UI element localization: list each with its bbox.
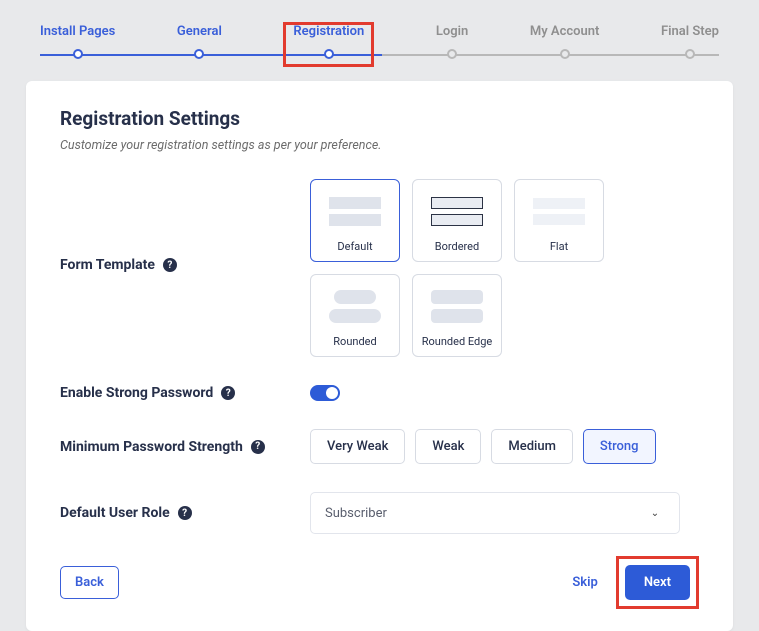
template-flat[interactable]: Flat	[514, 179, 604, 262]
strength-medium[interactable]: Medium	[491, 429, 573, 464]
template-default[interactable]: Default	[310, 179, 400, 262]
page-subtitle: Customize your registration settings as …	[60, 138, 699, 153]
template-rounded[interactable]: Rounded	[310, 274, 400, 357]
strength-weak[interactable]: Weak	[415, 429, 481, 464]
step-login[interactable]: Login	[436, 24, 468, 67]
form-template-label: Form Template ?	[60, 257, 310, 273]
back-button[interactable]: Back	[60, 566, 119, 599]
row-form-template: Form Template ? Default Bordered Flat Ro…	[60, 179, 699, 357]
step-general[interactable]: General	[177, 24, 222, 67]
step-dot-icon	[73, 49, 83, 59]
chevron-down-icon: ⌄	[645, 503, 665, 523]
user-role-value: Subscriber	[325, 506, 387, 521]
strong-password-toggle[interactable]	[310, 385, 340, 401]
user-role-select[interactable]: Subscriber ⌄	[310, 492, 680, 534]
next-button[interactable]: Next	[625, 565, 690, 600]
step-label: Login	[436, 24, 468, 39]
row-user-role: Default User Role ? Subscriber ⌄	[60, 492, 699, 534]
step-dot-icon	[560, 49, 570, 59]
min-strength-label: Minimum Password Strength ?	[60, 439, 310, 455]
step-label: Registration	[293, 24, 364, 39]
step-dot-icon	[685, 49, 695, 59]
template-options: Default Bordered Flat Rounded Rounded Ed…	[310, 179, 630, 357]
strength-strong[interactable]: Strong	[583, 429, 656, 464]
step-dot-icon	[194, 49, 204, 59]
step-registration[interactable]: Registration	[283, 22, 374, 67]
help-icon[interactable]: ?	[163, 258, 177, 272]
step-dot-icon	[324, 49, 334, 59]
step-label: General	[177, 24, 222, 39]
next-highlight: Next	[616, 556, 699, 609]
page-title: Registration Settings	[60, 107, 699, 130]
help-icon[interactable]: ?	[221, 386, 235, 400]
step-dot-icon	[447, 49, 457, 59]
template-bordered[interactable]: Bordered	[412, 179, 502, 262]
wizard-stepper: Install Pages General Registration Login…	[0, 0, 759, 67]
settings-card: Registration Settings Customize your reg…	[26, 81, 733, 631]
strength-very-weak[interactable]: Very Weak	[310, 429, 405, 464]
steps-container: Install Pages General Registration Login…	[40, 24, 719, 67]
help-icon[interactable]: ?	[251, 440, 265, 454]
strength-options: Very Weak Weak Medium Strong	[310, 429, 656, 464]
skip-link[interactable]: Skip	[572, 575, 598, 590]
help-icon[interactable]: ?	[178, 506, 192, 520]
step-label: Final Step	[661, 24, 719, 39]
step-my-account[interactable]: My Account	[530, 24, 600, 67]
row-min-strength: Minimum Password Strength ? Very Weak We…	[60, 429, 699, 464]
step-label: My Account	[530, 24, 600, 39]
user-role-label: Default User Role ?	[60, 505, 310, 521]
step-install-pages[interactable]: Install Pages	[40, 24, 115, 67]
strong-password-label: Enable Strong Password ?	[60, 385, 310, 401]
template-rounded-edge[interactable]: Rounded Edge	[412, 274, 502, 357]
step-final[interactable]: Final Step	[661, 24, 719, 67]
footer-right: Skip Next	[572, 556, 699, 609]
step-label: Install Pages	[40, 24, 115, 39]
card-footer: Back Skip Next	[60, 556, 699, 609]
row-strong-password: Enable Strong Password ?	[60, 385, 699, 401]
